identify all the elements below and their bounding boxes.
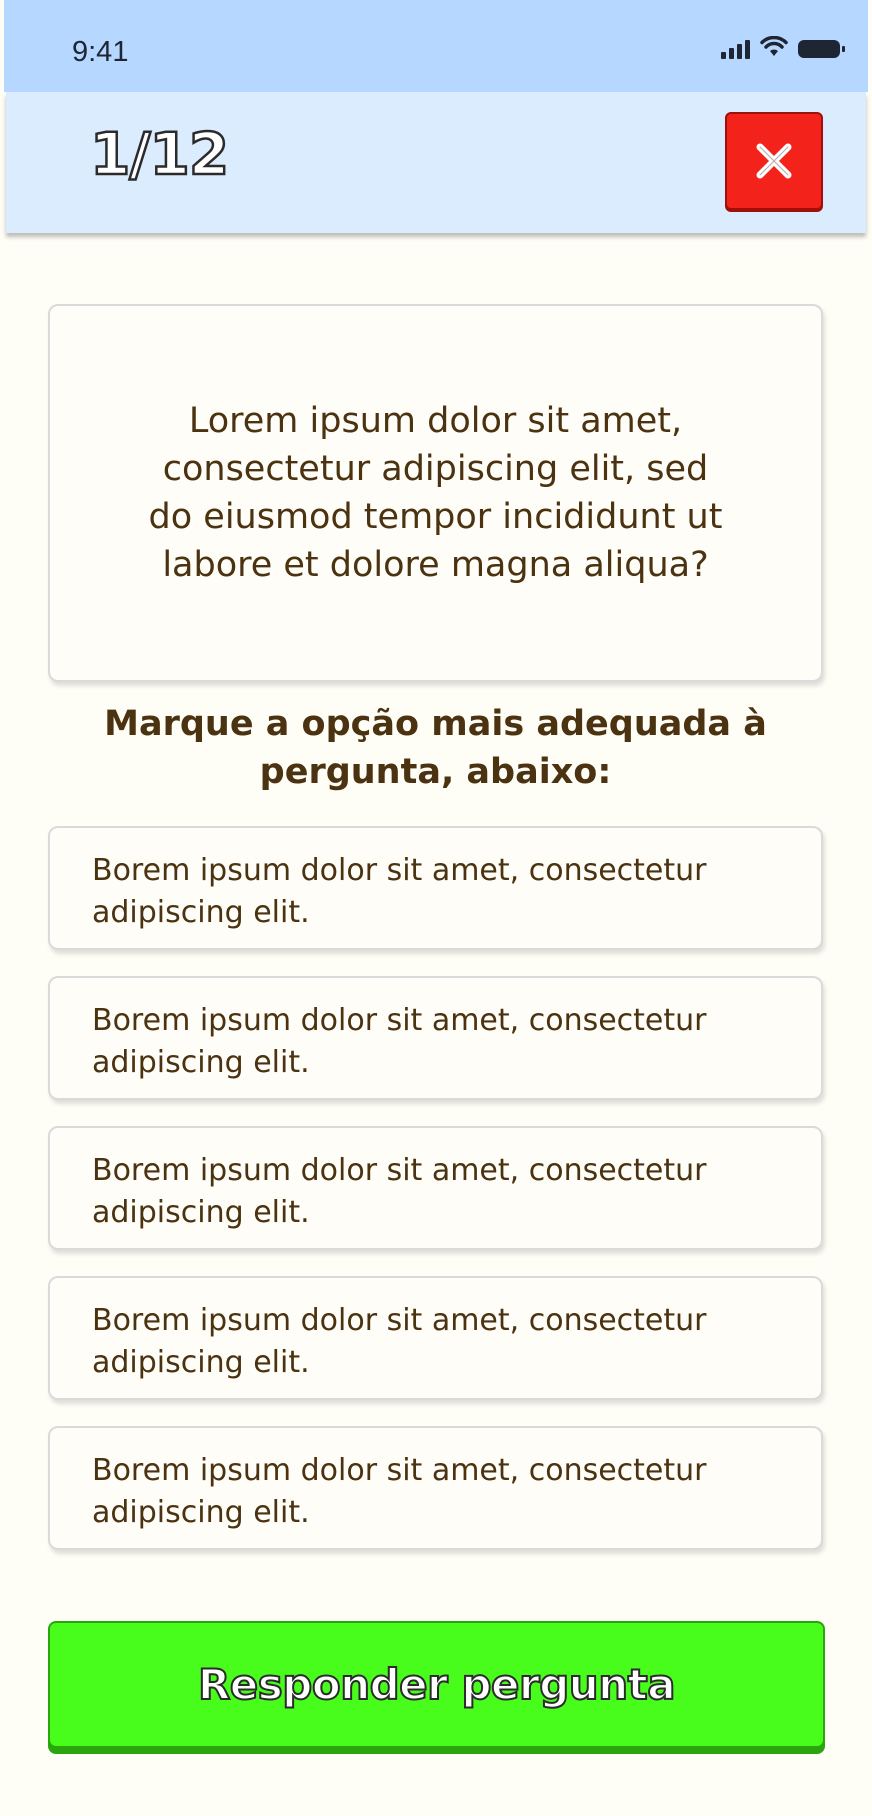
submit-answer-label: Responder pergunta (197, 1659, 677, 1710)
quiz-header: 1/12 (6, 92, 866, 233)
submit-answer-button[interactable]: Responder pergunta (48, 1621, 825, 1748)
answer-option-5[interactable]: Borem ipsum dolor sit amet, consectetur … (48, 1426, 823, 1550)
answer-option-2[interactable]: Borem ipsum dolor sit amet, consectetur … (48, 976, 823, 1100)
answer-option-1[interactable]: Borem ipsum dolor sit amet, consectetur … (48, 826, 823, 950)
battery-icon (798, 40, 845, 58)
close-icon (756, 143, 792, 179)
answer-option-4[interactable]: Borem ipsum dolor sit amet, consectetur … (48, 1276, 823, 1400)
question-card: Lorem ipsum dolor sit amet, consectetur … (48, 304, 823, 682)
question-text: Lorem ipsum dolor sit amet, consectetur … (148, 401, 723, 585)
close-button[interactable] (725, 112, 823, 210)
instruction-text: Marque a opção mais adequada à pergunta,… (104, 704, 767, 792)
status-bar: 9:41 (4, 0, 868, 92)
wifi-icon (760, 35, 788, 62)
status-time: 9:41 (72, 36, 129, 68)
status-icons (721, 35, 845, 62)
question-progress: 1/12 (89, 119, 231, 190)
answer-option-3[interactable]: Borem ipsum dolor sit amet, consectetur … (48, 1126, 823, 1250)
signal-icon (721, 39, 750, 59)
answer-options: Borem ipsum dolor sit amet, consectetur … (48, 826, 823, 1576)
